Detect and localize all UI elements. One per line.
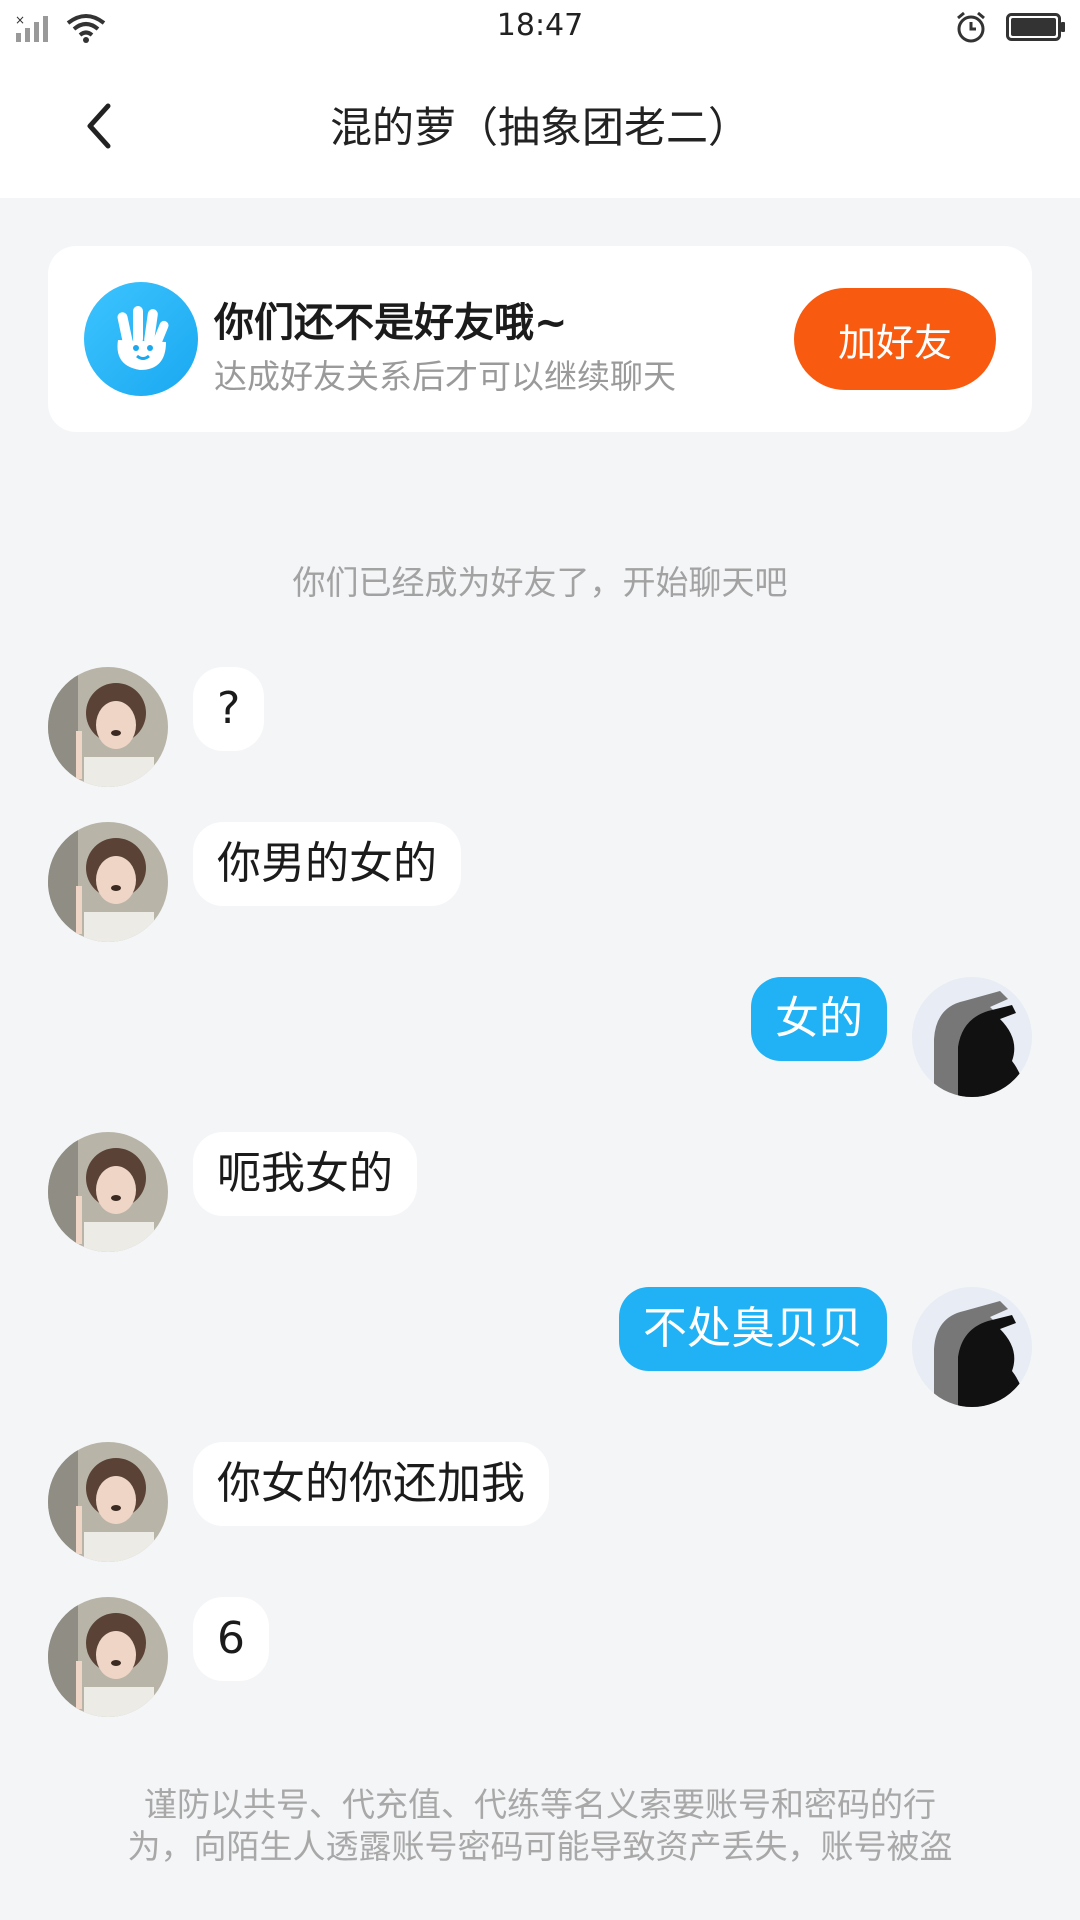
message-bubble[interactable]: ? (193, 667, 265, 751)
message-bubble[interactable]: 女的 (751, 977, 887, 1061)
message-bubble[interactable]: 不处臭贝贝 (619, 1287, 887, 1371)
security-warning: 谨防以共号、代充值、代练等名义索要账号和密码的行 为，向陌生人透露账号密码可能导… (60, 1784, 1020, 1868)
message-bubble[interactable]: 你男的女的 (193, 822, 461, 906)
card-title: 你们还不是好友哦~ (214, 300, 568, 346)
friend-avatar[interactable] (48, 822, 168, 942)
message-bubble[interactable]: 6 (193, 1597, 269, 1681)
friend-avatar[interactable] (48, 667, 168, 787)
message-bubble[interactable]: 呃我女的 (193, 1132, 417, 1216)
my-avatar[interactable] (912, 1287, 1032, 1407)
hand-wave-icon (84, 282, 198, 396)
friend-request-card: 你们还不是好友哦~ 达成好友关系后才可以继续聊天 加好友 (48, 246, 1032, 432)
friend-avatar[interactable] (48, 1442, 168, 1562)
friend-avatar[interactable] (48, 1132, 168, 1252)
battery-icon (1006, 13, 1065, 41)
alarm-icon (957, 11, 985, 43)
message-row: ? (0, 667, 1080, 787)
message-row: 呃我女的 (0, 1132, 1080, 1252)
page-title: 混的萝（抽象团老二） (329, 103, 750, 152)
card-subtitle: 达成好友关系后才可以继续聊天 (214, 357, 676, 396)
add-friend-button[interactable]: 加好友 (794, 288, 996, 390)
system-message: 你们已经成为好友了，开始聊天吧 (292, 563, 788, 602)
message-row: 你男的女的 (0, 822, 1080, 942)
message-row: 6 (0, 1597, 1080, 1717)
warning-line: 谨防以共号、代充值、代练等名义索要账号和密码的行 (144, 1785, 936, 1824)
friend-avatar[interactable] (48, 1597, 168, 1717)
message-row: 你女的你还加我 (0, 1442, 1080, 1562)
message-row: 不处臭贝贝 (0, 1287, 1080, 1407)
message-row: 女的 (0, 977, 1080, 1097)
status-bar: × 18:47 (0, 0, 1080, 56)
nav-bar: 混的萝（抽象团老二） (0, 56, 1080, 198)
warning-line: 为，向陌生人透露账号密码可能导致资产丢失，账号被盗 (127, 1827, 953, 1866)
status-time: 18:47 (496, 8, 584, 43)
status-right-icons (954, 10, 1066, 44)
my-avatar[interactable] (912, 977, 1032, 1097)
message-bubble[interactable]: 你女的你还加我 (193, 1442, 549, 1526)
